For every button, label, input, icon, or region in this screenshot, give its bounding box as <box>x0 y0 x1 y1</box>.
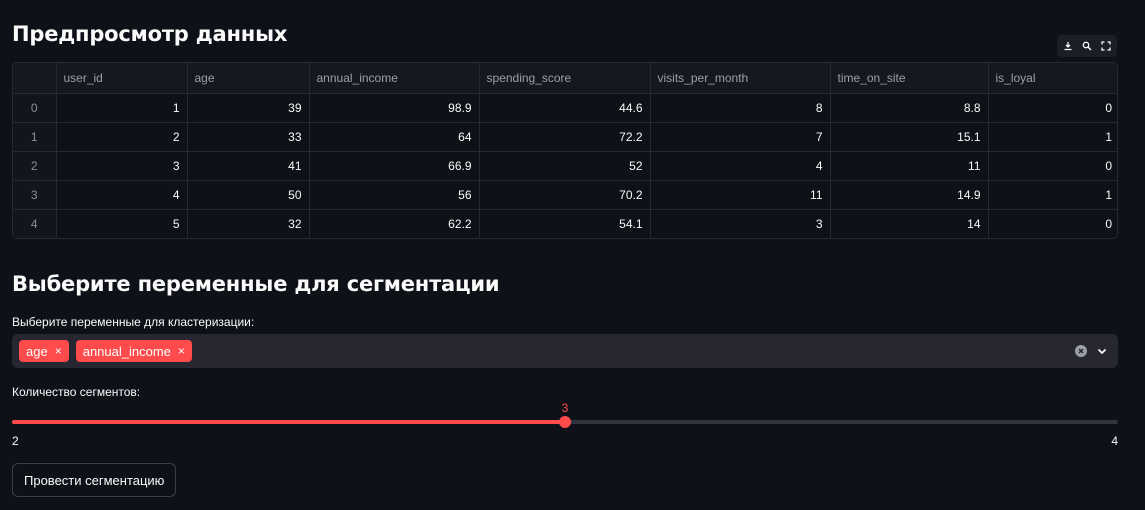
table-cell[interactable]: 15.1 <box>830 122 989 152</box>
remove-tag-icon[interactable]: × <box>55 344 62 358</box>
tag-annual-income[interactable]: annual_income × <box>75 340 192 362</box>
table-cell[interactable]: 0 <box>988 209 1117 238</box>
table-cell[interactable]: 44.6 <box>479 93 651 123</box>
tag-age[interactable]: age × <box>19 340 69 362</box>
table-cell[interactable]: 54.1 <box>479 209 651 238</box>
segments-slider[interactable] <box>12 416 1118 428</box>
row-index: 0 <box>13 93 57 123</box>
table-row: 0 1 39 98.9 44.6 8 8.8 0 <box>13 93 1117 123</box>
column-header[interactable]: spending_score <box>479 63 651 94</box>
selected-tags: age × annual_income × <box>19 340 192 362</box>
table-cell[interactable]: 0 <box>988 151 1117 181</box>
table-cell[interactable]: 52 <box>479 151 651 181</box>
fullscreen-icon <box>1100 41 1111 51</box>
table-cell[interactable]: 4 <box>650 151 831 181</box>
table-cell[interactable]: 66.9 <box>309 151 480 181</box>
row-index: 3 <box>13 180 57 210</box>
table-cell[interactable]: 3 <box>650 209 831 238</box>
table-cell[interactable]: 7 <box>650 122 831 152</box>
run-segmentation-button[interactable]: Провести сегментацию <box>12 463 177 497</box>
column-header[interactable]: time_on_site <box>830 63 989 94</box>
slider-fill <box>12 420 565 424</box>
row-index: 4 <box>13 209 57 238</box>
download-icon <box>1064 42 1072 51</box>
preview-title: Предпросмотр данных <box>12 22 288 46</box>
table-cell[interactable]: 1 <box>988 122 1117 152</box>
table-cell[interactable]: 50 <box>187 180 310 210</box>
table-header-row: user_id age annual_income spending_score… <box>13 63 1117 94</box>
table-cell[interactable]: 70.2 <box>479 180 651 210</box>
column-header[interactable]: user_id <box>56 63 188 94</box>
table-cell[interactable]: 1 <box>56 93 188 123</box>
table-cell[interactable]: 11 <box>830 151 989 181</box>
tag-label: annual_income <box>82 343 171 359</box>
table-cell[interactable]: 2 <box>56 122 188 152</box>
segmentation-title: Выберите переменные для сегментации <box>12 272 500 296</box>
data-table[interactable]: user_id age annual_income spending_score… <box>12 62 1118 239</box>
row-index: 2 <box>13 151 57 181</box>
table-cell[interactable]: 8.8 <box>830 93 989 123</box>
index-header <box>13 63 57 94</box>
search-button[interactable] <box>1079 38 1095 54</box>
remove-tag-icon[interactable]: × <box>178 344 185 358</box>
slider-current-value: 3 <box>561 401 569 415</box>
slider-max-label: 4 <box>1111 434 1118 448</box>
table-cell[interactable]: 33 <box>187 122 310 152</box>
table-cell[interactable]: 62.2 <box>309 209 480 238</box>
app-page: Предпросмотр данных user_id age annual_i… <box>0 0 1145 510</box>
table-cell[interactable]: 8 <box>650 93 831 123</box>
table-cell[interactable]: 11 <box>650 180 831 210</box>
table-toolbar <box>1057 35 1117 57</box>
column-header[interactable]: annual_income <box>309 63 480 94</box>
column-header[interactable]: is_loyal <box>988 63 1117 94</box>
table-row: 1 2 33 64 72.2 7 15.1 1 <box>13 122 1117 152</box>
row-index: 1 <box>13 122 57 152</box>
table-cell[interactable]: 64 <box>309 122 480 152</box>
download-button[interactable] <box>1060 38 1076 54</box>
column-header[interactable]: age <box>187 63 310 94</box>
table-cell[interactable]: 3 <box>56 151 188 181</box>
column-header[interactable]: visits_per_month <box>650 63 831 94</box>
table-cell[interactable]: 39 <box>187 93 310 123</box>
table-cell[interactable]: 4 <box>56 180 188 210</box>
slider-label: Количество сегментов: <box>12 385 141 399</box>
slider-thumb[interactable] <box>559 416 571 428</box>
table-cell[interactable]: 5 <box>56 209 188 238</box>
chevron-down-icon[interactable] <box>1096 345 1108 357</box>
tag-label: age <box>26 343 48 359</box>
table-cell[interactable]: 32 <box>187 209 310 238</box>
table-cell[interactable]: 41 <box>187 151 310 181</box>
multiselect-label: Выберите переменные для кластеризации: <box>12 315 255 329</box>
table-cell[interactable]: 14.9 <box>830 180 989 210</box>
variables-multiselect[interactable]: age × annual_income × <box>12 334 1118 368</box>
slider-min-label: 2 <box>12 434 19 448</box>
table-row: 3 4 50 56 70.2 11 14.9 1 <box>13 180 1117 210</box>
clear-all-icon[interactable] <box>1075 345 1087 357</box>
table-cell[interactable]: 72.2 <box>479 122 651 152</box>
table-cell[interactable]: 14 <box>830 209 989 238</box>
table-cell[interactable]: 0 <box>988 93 1117 123</box>
table-cell[interactable]: 98.9 <box>309 93 480 123</box>
table-row: 4 5 32 62.2 54.1 3 14 0 <box>13 209 1117 238</box>
table-cell[interactable]: 1 <box>988 180 1117 210</box>
fullscreen-button[interactable] <box>1098 38 1114 54</box>
search-icon <box>1082 41 1092 51</box>
table-cell[interactable]: 56 <box>309 180 480 210</box>
table-row: 2 3 41 66.9 52 4 11 0 <box>13 151 1117 181</box>
